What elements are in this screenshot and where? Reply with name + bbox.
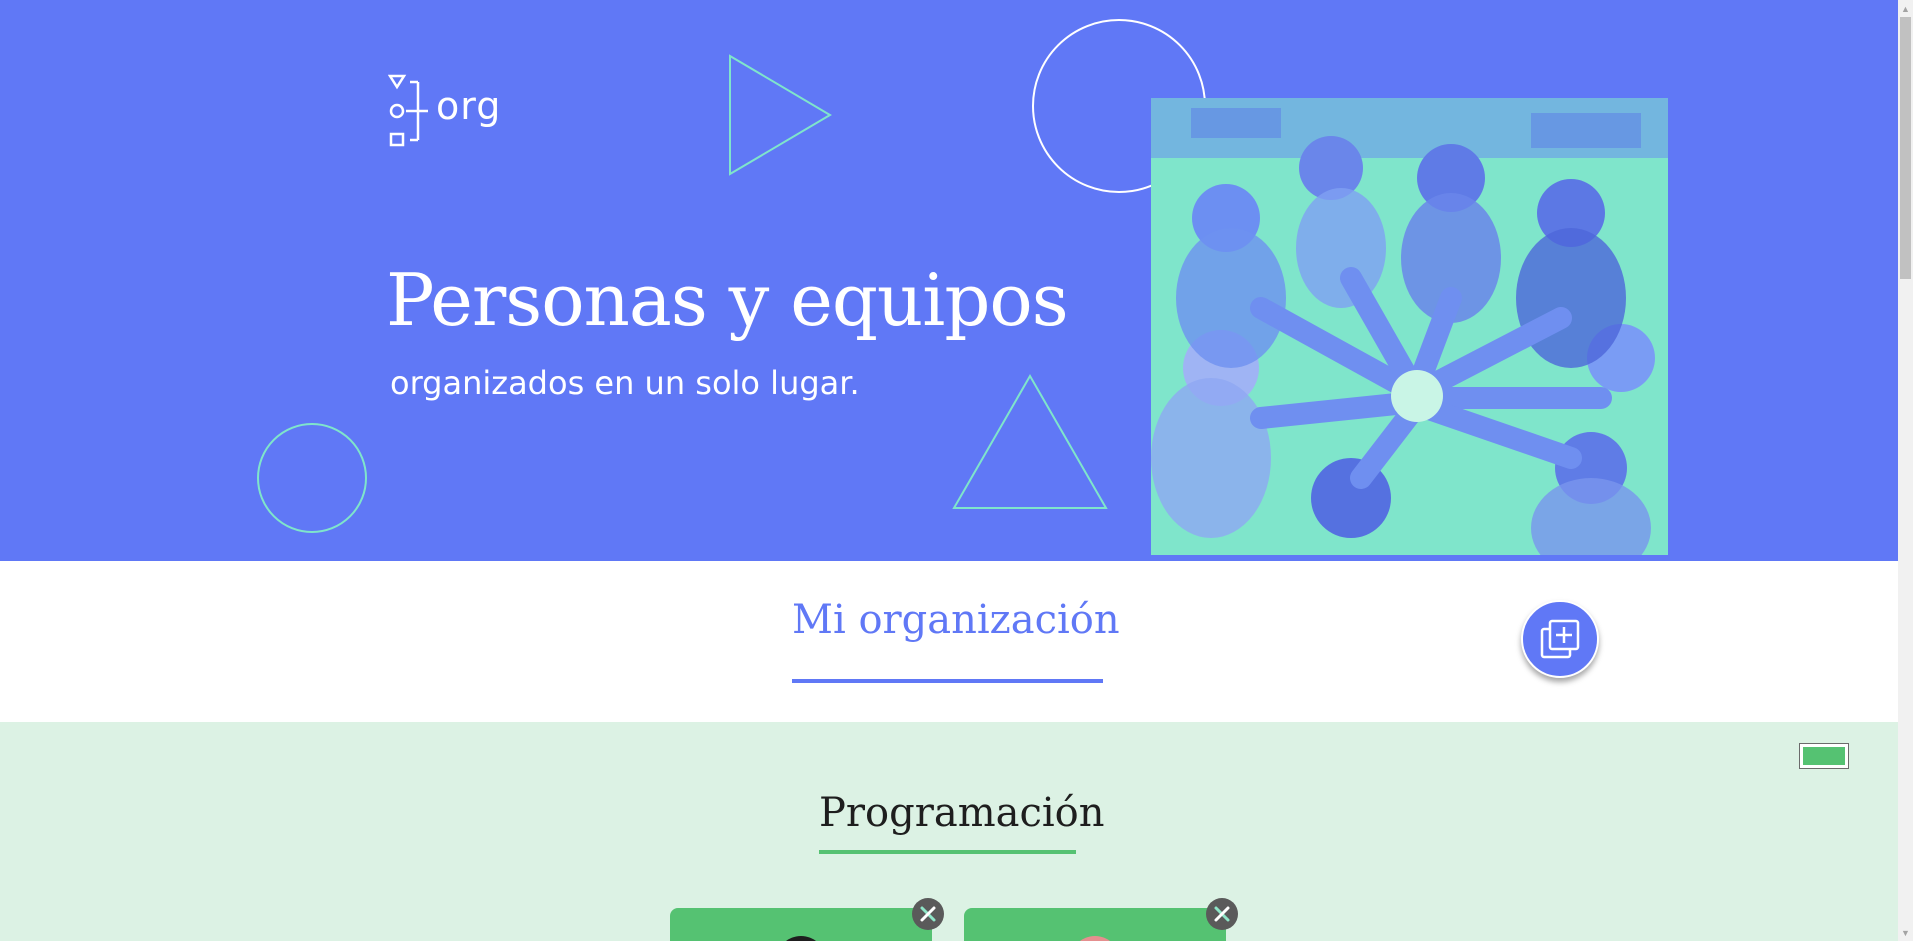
- schedule-title-underline: [819, 850, 1076, 854]
- circle-outline-decoration: [257, 423, 367, 533]
- logo-icon: [387, 74, 428, 147]
- scroll-up-icon[interactable]: ▲: [1898, 0, 1913, 17]
- page: org Personas y equipos organizados en un…: [0, 0, 1913, 941]
- hero-section: org Personas y equipos organizados en un…: [0, 0, 1898, 561]
- triangle-outline-decoration: [952, 373, 1108, 509]
- logo-text: org: [436, 84, 502, 128]
- schedule-toggle-button[interactable]: [1799, 743, 1849, 769]
- toggle-icon: [1803, 747, 1845, 765]
- hero-title: Personas y equipos: [386, 258, 1069, 342]
- schedule-title: Programación: [819, 790, 1105, 836]
- schedule-card[interactable]: [670, 908, 932, 941]
- hero-subtitle: organizados en un solo lugar.: [390, 364, 860, 402]
- organization-section: Mi organización: [0, 561, 1898, 722]
- avatar: [776, 936, 826, 941]
- triangle-outline-decoration: [729, 54, 832, 176]
- hero-team-photo: [1151, 98, 1668, 555]
- logo[interactable]: org: [387, 74, 528, 148]
- page-content: org Personas y equipos organizados en un…: [0, 0, 1898, 941]
- delete-card-button[interactable]: [1206, 898, 1238, 930]
- team-photo-illustration: [1151, 98, 1668, 555]
- add-copy-icon: [1540, 619, 1580, 659]
- add-member-button[interactable]: [1521, 600, 1599, 678]
- delete-card-button[interactable]: [912, 898, 944, 930]
- scroll-down-icon[interactable]: ▼: [1898, 924, 1913, 941]
- organization-title-underline: [792, 679, 1103, 683]
- avatar: [1070, 936, 1120, 941]
- schedule-card[interactable]: [964, 908, 1226, 941]
- close-icon: [1214, 906, 1230, 922]
- close-icon: [920, 906, 936, 922]
- schedule-section: Programación: [0, 722, 1898, 941]
- scrollbar-thumb[interactable]: [1900, 17, 1911, 279]
- vertical-scrollbar[interactable]: ▲ ▼: [1898, 0, 1913, 941]
- organization-title: Mi organización: [792, 597, 1120, 643]
